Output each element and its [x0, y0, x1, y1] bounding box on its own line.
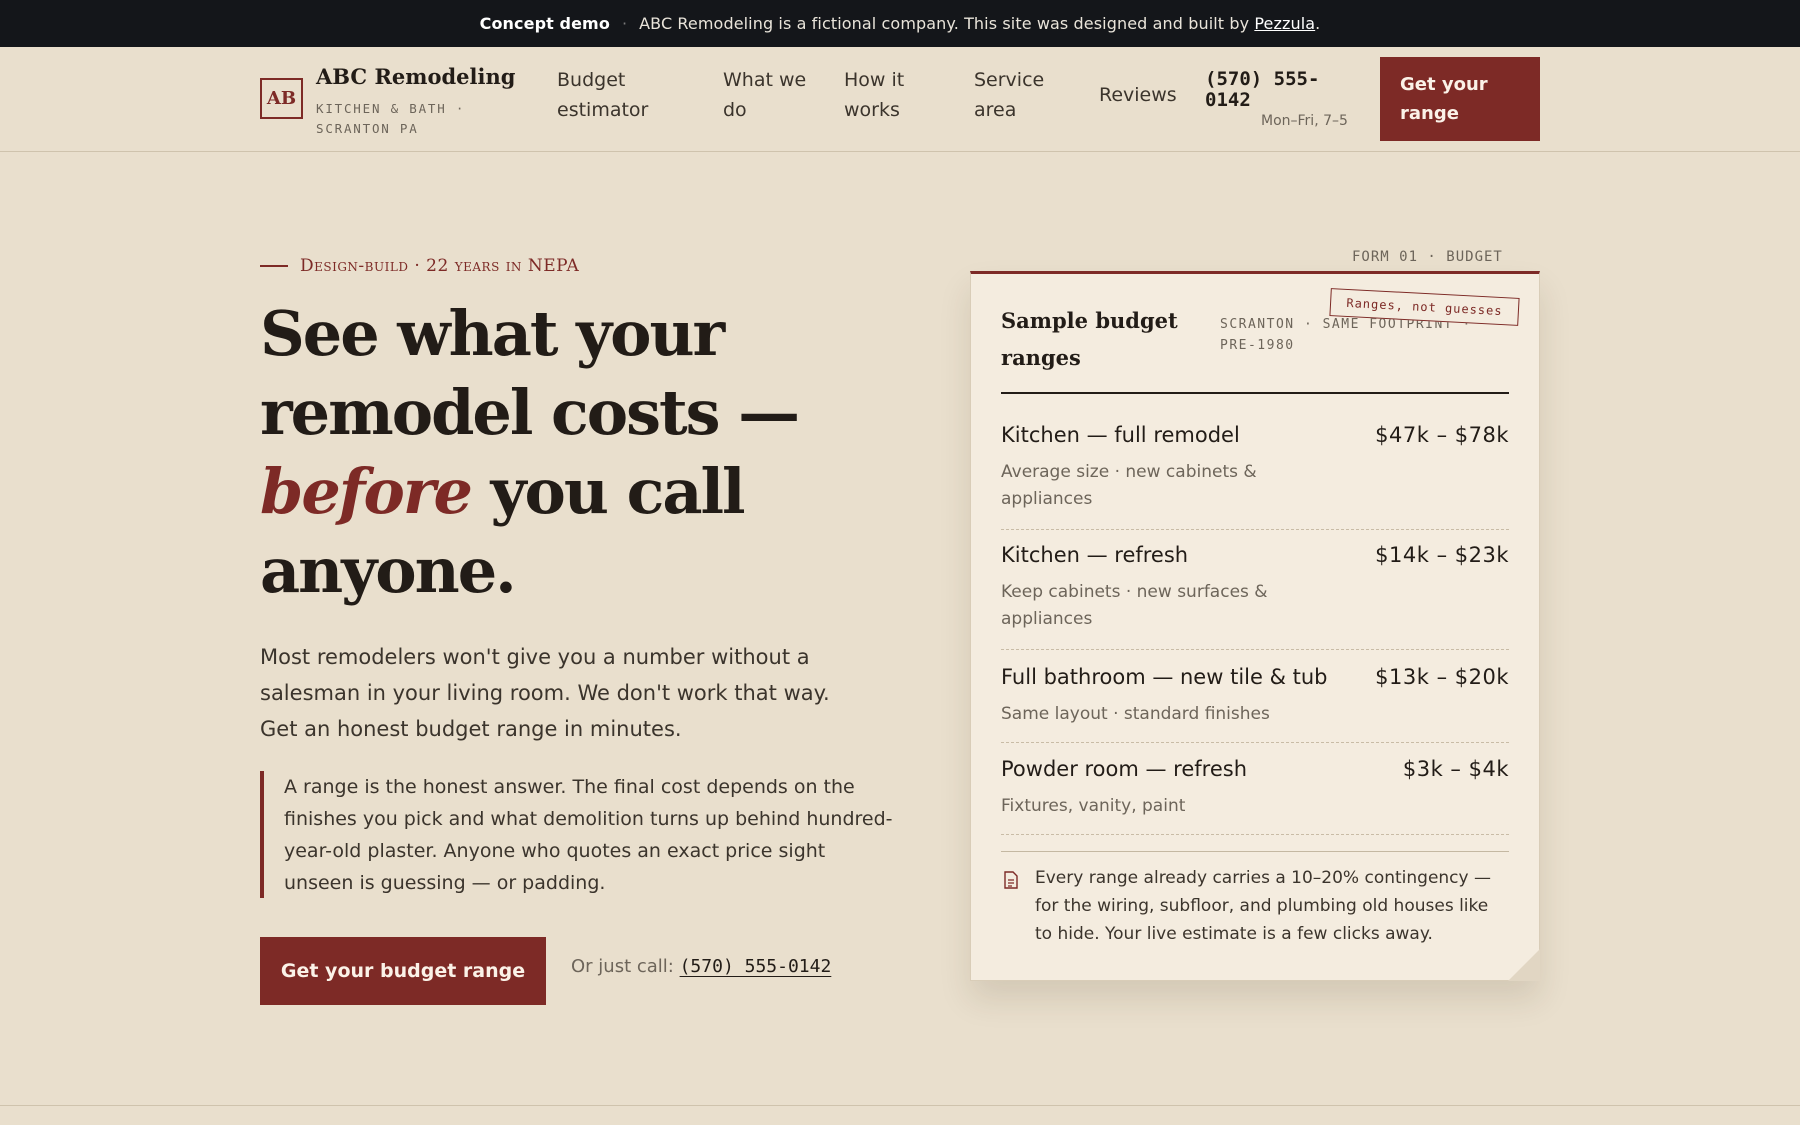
- headline-part-1: See what your remodel costs —: [260, 297, 800, 449]
- nav-what-we-do[interactable]: What we do: [723, 65, 818, 125]
- nav-service-area[interactable]: Service area: [974, 65, 1064, 125]
- pezzula-link[interactable]: Pezzula: [1254, 14, 1315, 33]
- row-price: $3k – $4k: [1402, 757, 1509, 781]
- header-hours: Mon–Fri, 7–5: [1261, 113, 1348, 129]
- card-fold: [1508, 949, 1540, 981]
- call-prefix: Or just call:: [571, 956, 674, 977]
- note-rule: [1001, 851, 1509, 852]
- nav-how-it-works[interactable]: How it works: [844, 65, 924, 125]
- get-budget-range-button[interactable]: Get your budget range: [260, 937, 546, 1005]
- banner-end: .: [1315, 14, 1321, 33]
- row-price: $14k – $23k: [1375, 543, 1509, 567]
- eyebrow-rule: [260, 265, 288, 267]
- row-desc: Keep cabinets · new surfaces & appliance…: [1001, 582, 1268, 629]
- hero-eyebrow: Design-build · 22 years in NEPA: [260, 256, 579, 276]
- row-name: Kitchen — refresh: [1001, 543, 1189, 567]
- contingency-note: Every range already carries a 10–20% con…: [1035, 868, 1491, 944]
- section-divider: [0, 1105, 1800, 1106]
- hero-quote: A range is the honest answer. The final …: [260, 771, 900, 898]
- banner-text: ABC Remodeling is a fictional company. T…: [639, 14, 1250, 33]
- row-desc: Same layout · standard finishes: [1001, 704, 1270, 724]
- banner-separator: ·: [621, 14, 628, 33]
- card-title: Sample budget ranges: [1001, 308, 1178, 370]
- hero-lede: Most remodelers won't give you a number …: [260, 645, 830, 741]
- hero-headline: See what your remodel costs — before you…: [260, 294, 820, 610]
- budget-row: Powder room — refresh $3k – $4k Fixtures…: [1001, 757, 1509, 835]
- get-range-button[interactable]: Get your range: [1380, 57, 1540, 141]
- row-name: Kitchen — full remodel: [1001, 423, 1240, 447]
- site-header: AB ABC Remodeling KITCHEN & BATH · SCRAN…: [0, 47, 1800, 152]
- brand-name[interactable]: ABC Remodeling: [316, 64, 515, 89]
- document-icon: [1004, 871, 1018, 889]
- form-label: FORM 01 · BUDGET: [1352, 249, 1503, 265]
- eyebrow-text: Design-build · 22 years in NEPA: [300, 256, 580, 276]
- row-price: $47k – $78k: [1375, 423, 1509, 447]
- budget-row: Full bathroom — new tile & tub $13k – $2…: [1001, 665, 1509, 743]
- row-desc: Average size · new cabinets & appliances: [1001, 462, 1257, 509]
- budget-row: Kitchen — refresh $14k – $23k Keep cabin…: [1001, 543, 1509, 650]
- row-price: $13k – $20k: [1375, 665, 1509, 689]
- headline-emphasis: before: [260, 455, 473, 528]
- brand-tagline: KITCHEN & BATH · SCRANTON PA: [316, 101, 466, 136]
- budget-row: Kitchen — full remodel $47k – $78k Avera…: [1001, 423, 1509, 530]
- header-phone[interactable]: (570) 555-0142: [1205, 69, 1350, 111]
- row-desc: Fixtures, vanity, paint: [1001, 796, 1186, 816]
- row-name: Full bathroom — new tile & tub: [1001, 665, 1328, 689]
- nav-reviews[interactable]: Reviews: [1099, 80, 1189, 110]
- logo-mark[interactable]: AB: [260, 78, 303, 119]
- call-line: Or just call: (570) 555-0142: [571, 956, 831, 977]
- concept-banner: Concept demo · ABC Remodeling is a ficti…: [0, 0, 1800, 47]
- banner-label: Concept demo: [479, 14, 610, 33]
- nav-budget-estimator[interactable]: Budget estimator: [557, 65, 667, 125]
- card-rule: [1001, 392, 1509, 394]
- budget-card: Sample budget ranges SCRANTON · SAME FOO…: [970, 271, 1540, 981]
- call-phone-link[interactable]: (570) 555-0142: [680, 956, 832, 977]
- row-name: Powder room — refresh: [1001, 757, 1248, 781]
